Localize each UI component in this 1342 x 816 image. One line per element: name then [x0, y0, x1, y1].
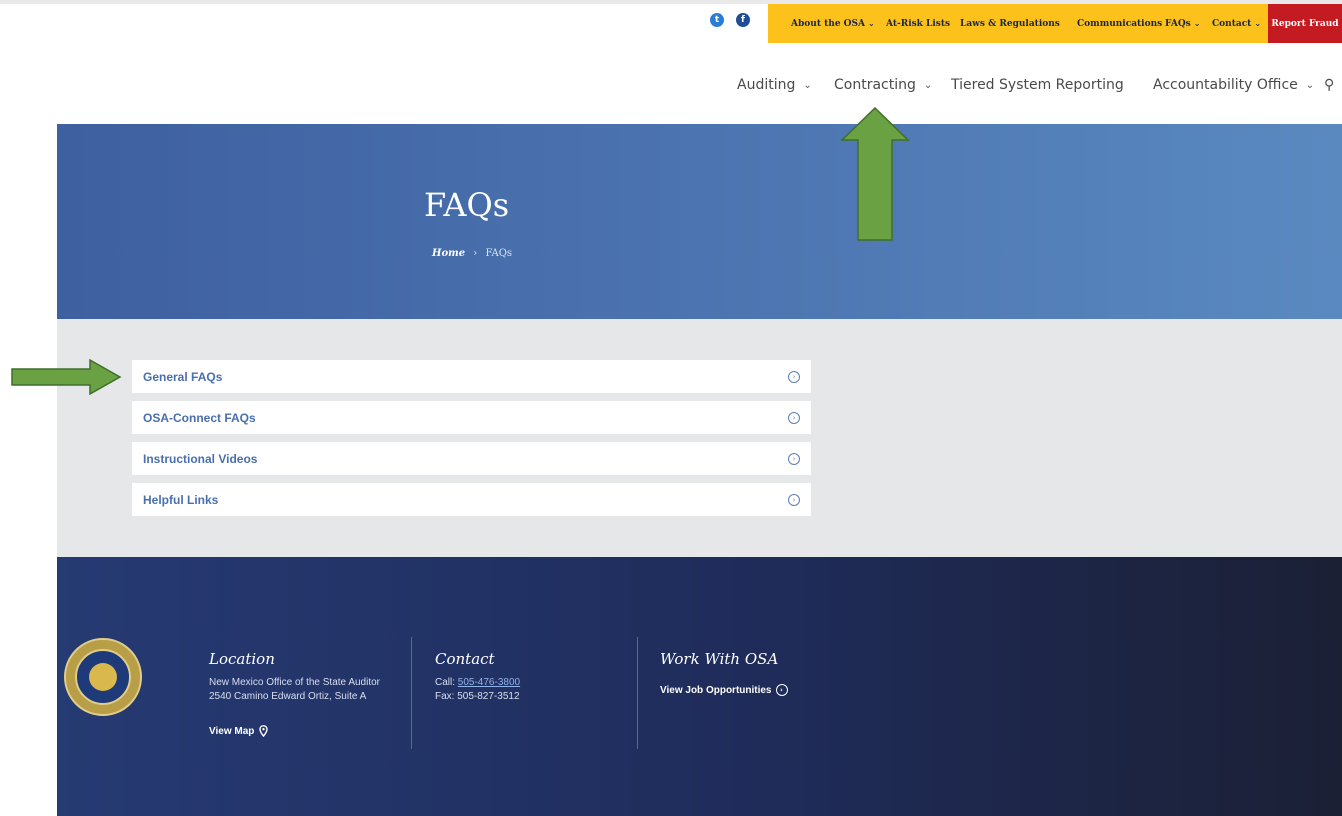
footer-work-heading: Work With OSA [660, 650, 779, 668]
report-fraud-button[interactable]: Report Fraud [1268, 4, 1342, 43]
faq-item-instructional-videos[interactable]: Instructional Videos › [132, 442, 811, 475]
util-contact-label: Contact [1212, 18, 1252, 29]
util-about-label: About the OSA [791, 18, 865, 29]
util-laws-label: Laws & Regulations [960, 18, 1060, 29]
faq-item-label: Instructional Videos [143, 451, 258, 466]
chevron-circle-icon: › [788, 452, 800, 465]
state-auditor-seal-logo [64, 638, 142, 716]
breadcrumb-separator-icon: › [473, 248, 478, 259]
twitter-icon[interactable]: t [710, 13, 724, 27]
footer-location-heading: Location [209, 650, 275, 668]
chevron-circle-icon: › [775, 684, 788, 696]
faq-item-general[interactable]: General FAQs › [132, 360, 811, 393]
chevron-down-icon: ⌄ [803, 79, 812, 91]
util-laws-regulations[interactable]: Laws & Regulations [960, 4, 1060, 43]
chevron-circle-icon: › [788, 493, 800, 506]
util-at-risk-lists[interactable]: At-Risk Lists [886, 4, 950, 43]
nav-auditing[interactable]: Auditing ⌄ [737, 74, 812, 96]
chevron-circle-icon: › [788, 370, 800, 383]
chevron-down-icon: ⌄ [1305, 79, 1315, 91]
view-job-opportunities-link[interactable]: View Job Opportunities › [660, 684, 788, 696]
view-map-label: View Map [209, 725, 255, 737]
footer-divider [637, 637, 638, 749]
chevron-down-icon: ⌄ [1254, 19, 1262, 28]
jobs-label: View Job Opportunities [660, 684, 772, 696]
util-communications-label: Communications [1077, 18, 1163, 29]
breadcrumb: Home › FAQs [432, 248, 512, 259]
faq-item-label: Helpful Links [143, 492, 219, 507]
annotation-right-arrow [11, 358, 122, 396]
breadcrumb-current: FAQs [485, 248, 513, 259]
facebook-icon[interactable]: f [736, 13, 750, 27]
faq-section [57, 319, 1342, 557]
search-icon[interactable]: ⚲ [1324, 74, 1334, 96]
eagle-emblem-icon [89, 663, 117, 691]
nav-contracting-label: Contracting [834, 77, 916, 93]
util-at-risk-label: At-Risk Lists [886, 18, 951, 29]
nav-auditing-label: Auditing [737, 77, 796, 93]
seal-inner [75, 649, 131, 705]
footer-address-line1: New Mexico Office of the State Auditor [209, 677, 381, 688]
util-about-the-osa[interactable]: About the OSA ⌄ [791, 4, 875, 43]
phone-link[interactable]: 505-476-3800 [458, 677, 520, 688]
faq-item-label: General FAQs [143, 369, 223, 384]
util-faqs-label: FAQs [1165, 18, 1191, 29]
breadcrumb-home-link[interactable]: Home [432, 248, 465, 259]
nav-accountability-label: Accountability Office [1153, 77, 1298, 93]
util-faqs[interactable]: FAQs ⌄ [1165, 4, 1200, 43]
nav-accountability-office[interactable]: Accountability Office ⌄ [1153, 74, 1314, 96]
util-contact[interactable]: Contact ⌄ [1212, 4, 1261, 43]
page-hero [57, 124, 1342, 319]
footer-call-line: Call: 505-476-3800 [435, 676, 520, 690]
nav-tiered-label: Tiered System Reporting [951, 77, 1124, 93]
util-communications[interactable]: Communications [1077, 4, 1162, 43]
view-map-link[interactable]: View Map [209, 725, 269, 737]
footer-contact-heading: Contact [435, 650, 495, 668]
nav-tiered-system-reporting[interactable]: Tiered System Reporting [951, 74, 1124, 96]
map-pin-icon [259, 725, 269, 737]
footer-address-line2: 2540 Camino Edward Ortiz, Suite A [209, 691, 367, 702]
call-prefix: Call: [435, 677, 458, 688]
page-title: FAQs [424, 186, 510, 224]
faq-item-helpful-links[interactable]: Helpful Links › [132, 483, 811, 516]
faq-item-label: OSA-Connect FAQs [143, 410, 256, 425]
chevron-down-icon: ⌄ [1193, 19, 1201, 28]
nav-contracting[interactable]: Contracting ⌄ [834, 74, 932, 96]
chevron-down-icon: ⌄ [868, 19, 875, 28]
chevron-circle-icon: › [788, 411, 800, 424]
footer-divider [411, 637, 412, 749]
annotation-up-arrow [840, 106, 910, 241]
footer-fax: Fax: 505-827-3512 [435, 691, 520, 702]
faq-item-osa-connect[interactable]: OSA-Connect FAQs › [132, 401, 811, 434]
chevron-down-icon: ⌄ [923, 79, 933, 91]
